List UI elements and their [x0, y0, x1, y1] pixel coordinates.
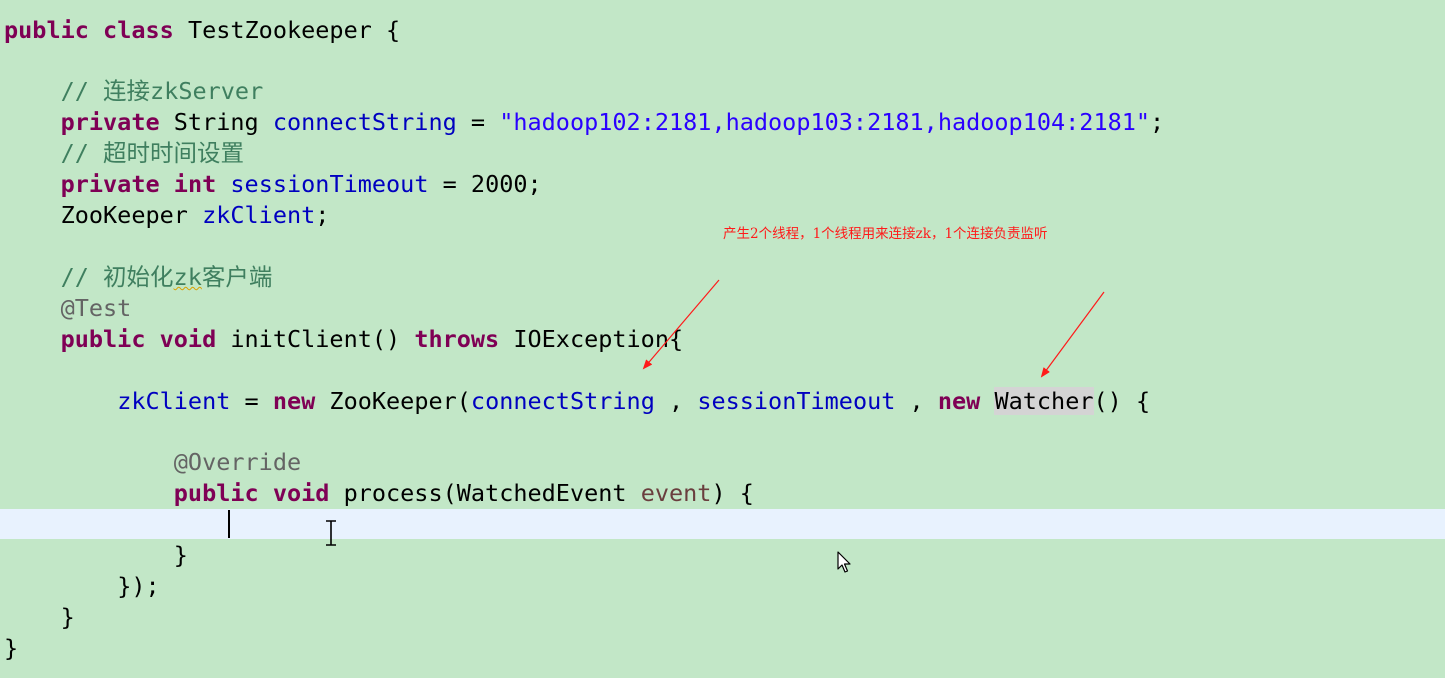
annotation-note: 产生2个线程，1个线程用来连接zk，1个连接负责监听: [723, 226, 1048, 242]
arrow-pointer-icon: [837, 551, 851, 573]
constructor-call: ZooKeeper(: [315, 387, 471, 415]
type-name: ZooKeeper: [60, 201, 203, 229]
keyword: public: [60, 325, 146, 353]
keyword: private: [60, 170, 160, 198]
keyword: void: [159, 325, 217, 353]
closing-brace: }: [4, 634, 19, 662]
keyword: class: [103, 16, 174, 44]
text-caret: [228, 510, 230, 538]
code-line-16: public void process(WatchedEvent event) …: [4, 478, 754, 509]
code-line-10: @Test: [4, 293, 132, 324]
type-name: String: [159, 108, 273, 136]
semicolon: ;: [1150, 108, 1165, 136]
code-line-1: public class TestZookeeper {: [4, 15, 400, 46]
spelling-warning[interactable]: zk: [174, 263, 202, 291]
keyword: void: [272, 479, 330, 507]
closing-brace: }: [60, 603, 75, 631]
exception-type: IOException{: [499, 325, 684, 353]
comment: // 初始化: [60, 263, 174, 291]
closing-brace: }: [173, 541, 188, 569]
keyword: public: [173, 479, 259, 507]
code-line-5: // 超时时间设置: [4, 138, 244, 169]
code-line-4: private String connectString = "hadoop10…: [4, 107, 1165, 138]
code-line-19: });: [4, 571, 160, 602]
assignment: = 2000;: [428, 170, 542, 198]
method-signature: initClient(): [216, 325, 415, 353]
keyword: int: [173, 170, 217, 198]
code-line-20: }: [4, 602, 75, 633]
code-line-9: // 初始化zk客户端: [4, 262, 273, 293]
keyword: public: [4, 16, 89, 44]
operator: =: [456, 108, 500, 136]
code-line-18: }: [4, 540, 188, 571]
field-name: zkClient: [117, 387, 231, 415]
argument: connectString: [470, 387, 655, 415]
annotation: @Override: [173, 448, 302, 476]
current-line-highlight: [0, 509, 1445, 539]
brace: () {: [1093, 387, 1151, 415]
keyword: new: [937, 387, 981, 415]
code-line-15: @Override: [4, 447, 301, 478]
ibeam-cursor-icon: [326, 520, 336, 546]
semicolon: ;: [315, 201, 330, 229]
separator: ,: [654, 387, 698, 415]
string-literal: "hadoop102:2181,hadoop103:2181,hadoop104…: [499, 108, 1151, 136]
keyword: new: [272, 387, 316, 415]
method-signature: process(WatchedEvent: [329, 479, 641, 507]
code-line-6: private int sessionTimeout = 2000;: [4, 169, 542, 200]
operator: =: [230, 387, 273, 415]
class-declaration: TestZookeeper {: [173, 16, 401, 44]
code-line-11: public void initClient() throws IOExcept…: [4, 324, 684, 355]
parameter: event: [640, 479, 712, 507]
code-editor[interactable]: public class TestZookeeper { // 连接zkServ…: [0, 0, 1445, 678]
separator: ,: [895, 387, 938, 415]
code-line-13: zkClient = new ZooKeeper(connectString ,…: [4, 386, 1150, 417]
field-name: zkClient: [202, 201, 316, 229]
code-line-21: }: [4, 633, 18, 664]
comment: // 超时时间设置: [60, 139, 245, 167]
comment: // 连接zkServer: [60, 77, 264, 105]
keyword: private: [60, 108, 160, 136]
code-line-7: ZooKeeper zkClient;: [4, 200, 330, 231]
brace: ) {: [711, 479, 754, 507]
annotation: @Test: [60, 294, 132, 322]
field-name: sessionTimeout: [230, 170, 429, 198]
highlighted-occurrence: Watcher: [994, 387, 1094, 415]
code-line-3: // 连接zkServer: [4, 76, 264, 107]
closing-brace: });: [117, 572, 160, 600]
keyword: throws: [414, 325, 500, 353]
comment: 客户端: [201, 263, 273, 291]
argument: sessionTimeout: [697, 387, 896, 415]
field-name: connectString: [272, 108, 457, 136]
